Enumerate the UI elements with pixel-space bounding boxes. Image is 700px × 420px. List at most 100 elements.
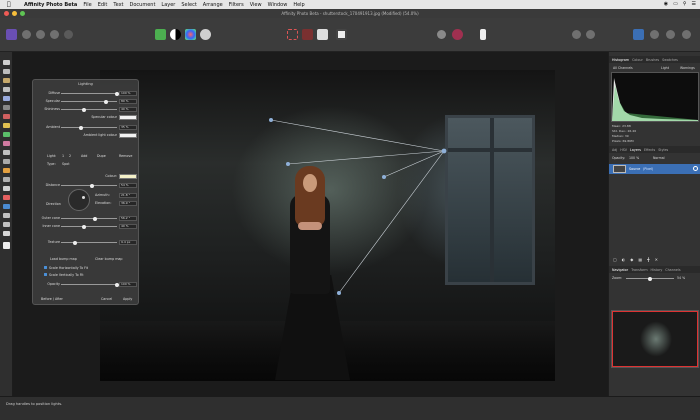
outer-cone-value[interactable]: 56.2 ° xyxy=(119,216,137,221)
auto-white-balance-icon[interactable] xyxy=(200,29,211,40)
arrange-icon[interactable] xyxy=(480,29,486,40)
slider-knob[interactable] xyxy=(73,240,77,245)
pen-tool-icon[interactable] xyxy=(3,213,10,218)
menu-view[interactable]: View xyxy=(250,2,262,8)
grid-icon[interactable] xyxy=(650,30,659,39)
menu-window[interactable]: Window xyxy=(268,2,288,8)
list-icon[interactable]: ☰ xyxy=(692,1,696,7)
live-filter-icon[interactable]: ◆ xyxy=(630,257,633,262)
azimuth-value[interactable]: 21.8 ° xyxy=(119,193,137,198)
ambient-slider[interactable] xyxy=(61,125,117,130)
ambient-value[interactable]: 35 % xyxy=(119,125,137,130)
develop-persona-icon[interactable] xyxy=(36,30,45,39)
distance-value[interactable]: 54 % xyxy=(119,183,137,188)
view-tool-icon[interactable] xyxy=(3,60,10,65)
tab-brushes[interactable]: Brushes xyxy=(646,58,659,62)
tab-transform[interactable]: Transform xyxy=(631,268,647,272)
add-light-button[interactable]: Add xyxy=(81,154,87,158)
elevation-value[interactable]: 36.9 ° xyxy=(119,201,137,206)
photo-persona-icon[interactable] xyxy=(6,29,17,40)
warnings-button[interactable]: Warnings xyxy=(680,66,695,70)
navigator-thumbnail[interactable] xyxy=(611,310,699,368)
direction-wheel-handle[interactable] xyxy=(82,196,85,199)
light-handle[interactable] xyxy=(286,162,290,166)
mask-mode-icon[interactable] xyxy=(317,29,328,40)
channels-select[interactable]: All Channels xyxy=(613,66,633,70)
light-1-tab[interactable]: 1 xyxy=(62,154,64,158)
menu-text[interactable]: Text xyxy=(113,2,123,8)
quick-mask-icon[interactable] xyxy=(336,29,347,40)
texture-value[interactable]: 9.4 px xyxy=(119,240,137,245)
auto-colours-icon[interactable] xyxy=(185,29,196,40)
marquee-selection-icon[interactable] xyxy=(287,29,298,40)
search-icon[interactable]: ⚲ xyxy=(683,1,687,7)
inner-cone-value[interactable]: 40 % xyxy=(119,224,137,229)
inner-cone-slider[interactable] xyxy=(61,224,117,229)
light-2-tab[interactable]: 2 xyxy=(69,154,71,158)
crop-tool-icon[interactable] xyxy=(3,78,10,83)
app-menu[interactable]: Affinity Photo Beta xyxy=(24,2,77,8)
menu-filters[interactable]: Filters xyxy=(229,2,244,8)
scale-horizontally-checkbox[interactable] xyxy=(44,266,47,269)
tab-navigator[interactable]: Navigator xyxy=(612,268,628,272)
menu-help[interactable]: Help xyxy=(293,2,304,8)
shininess-value[interactable]: 40 % xyxy=(119,107,137,112)
tab-layers[interactable]: Layers xyxy=(630,148,641,152)
slider-knob[interactable] xyxy=(104,99,108,104)
diffuse-slider[interactable] xyxy=(61,91,119,96)
type-select[interactable]: Spot xyxy=(62,162,70,166)
battery-icon[interactable]: ▭ xyxy=(673,1,678,7)
selection-mode-icon[interactable] xyxy=(302,29,313,40)
layer-opacity-value[interactable]: 100 % xyxy=(629,156,639,160)
layer-visibility-icon[interactable] xyxy=(693,166,698,171)
opacity-slider[interactable] xyxy=(61,282,119,287)
menu-document[interactable]: Document xyxy=(130,2,156,8)
primary-colour-icon[interactable] xyxy=(3,242,10,249)
mask-layer-icon[interactable]: ▢ xyxy=(613,257,617,262)
blend-mode-select[interactable]: Normal xyxy=(653,156,665,160)
move-tool-icon[interactable] xyxy=(3,69,10,74)
gradient-tool-icon[interactable] xyxy=(3,204,10,209)
wifi-icon[interactable]: ◉ xyxy=(664,1,668,7)
shininess-slider[interactable] xyxy=(61,107,117,112)
slider-knob[interactable] xyxy=(90,183,94,188)
slider-knob[interactable] xyxy=(93,216,97,221)
light-handle[interactable] xyxy=(269,118,273,122)
red-eye-tool-icon[interactable] xyxy=(3,195,10,200)
add-layer-icon[interactable]: ╋ xyxy=(647,257,649,262)
remove-light-button[interactable]: Remove xyxy=(119,154,132,158)
split-view-icon[interactable] xyxy=(586,30,595,39)
before-after-button[interactable]: Before / After xyxy=(41,297,63,301)
macros-icon[interactable] xyxy=(666,30,675,39)
dupe-light-button[interactable]: Dupe xyxy=(97,154,106,158)
light-colour-swatch[interactable] xyxy=(119,174,137,179)
apple-menu-icon[interactable]:  xyxy=(7,1,11,8)
menu-arrange[interactable]: Arrange xyxy=(203,2,223,8)
tab-hsv[interactable]: HSV xyxy=(620,148,627,152)
zoom-value[interactable]: 54 % xyxy=(677,276,685,280)
zoom-slider[interactable] xyxy=(626,276,674,281)
zoom-slider-knob[interactable] xyxy=(648,276,652,281)
texture-slider[interactable] xyxy=(61,240,117,245)
light-handle[interactable] xyxy=(382,175,386,179)
group-layers-icon[interactable]: ▦ xyxy=(638,257,642,262)
adjustment-layer-icon[interactable]: ◐ xyxy=(622,257,626,262)
apply-button[interactable]: Apply xyxy=(123,297,132,301)
menu-edit[interactable]: Edit xyxy=(98,2,108,8)
liquify-persona-icon[interactable] xyxy=(22,30,31,39)
blur-brush-icon[interactable] xyxy=(3,177,10,182)
clear-bump-map-button[interactable]: Clear bump map xyxy=(95,257,123,261)
assistant-icon[interactable] xyxy=(452,29,463,40)
menu-select[interactable]: Select xyxy=(181,2,196,8)
auto-levels-icon[interactable] xyxy=(155,29,166,40)
ui-settings-icon[interactable] xyxy=(682,30,691,39)
diffuse-value[interactable]: 100 % xyxy=(119,91,137,96)
selection-brush-icon[interactable] xyxy=(3,87,10,92)
share-icon[interactable] xyxy=(64,30,73,39)
light-handle[interactable] xyxy=(337,291,341,295)
load-bump-map-button[interactable]: Load bump map xyxy=(50,257,77,261)
smudge-tool-icon[interactable] xyxy=(3,186,10,191)
delete-layer-icon[interactable]: ✕ xyxy=(655,257,658,262)
shape-tool-icon[interactable] xyxy=(3,222,10,227)
slider-knob[interactable] xyxy=(79,125,83,130)
